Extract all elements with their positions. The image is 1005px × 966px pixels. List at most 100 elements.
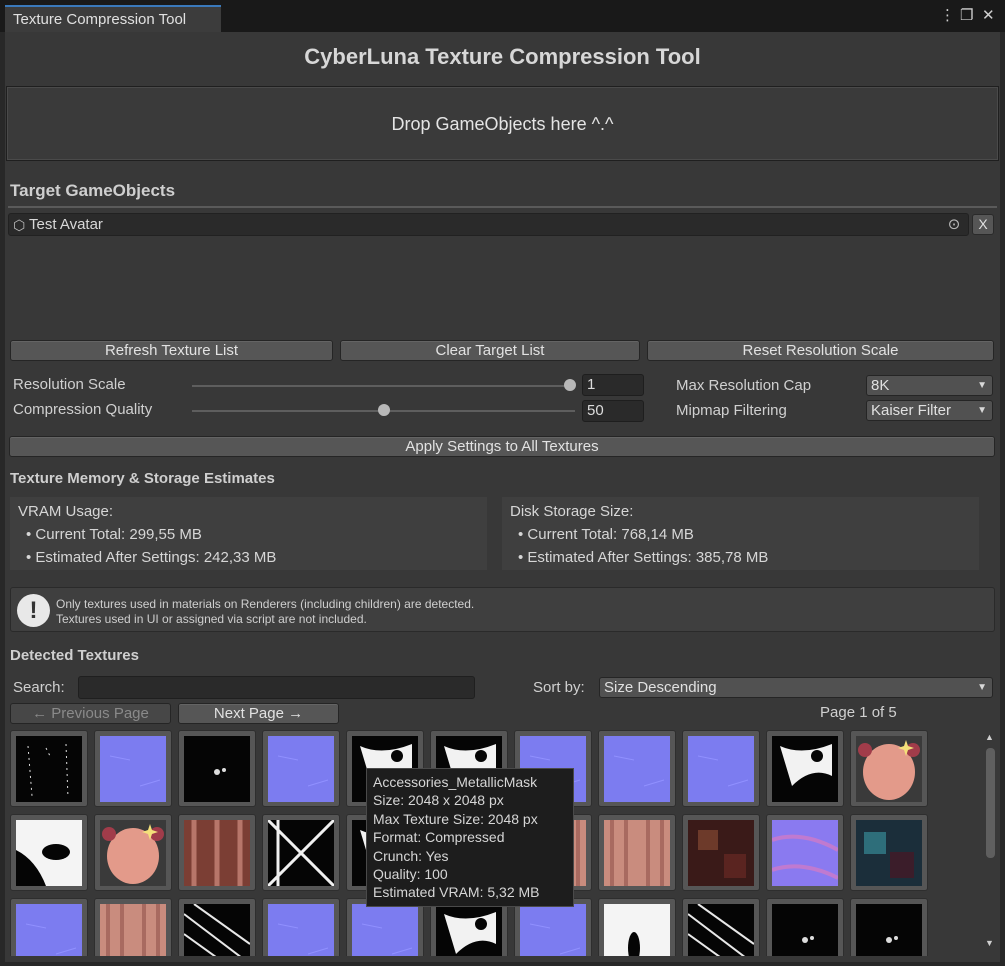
texture-preview-image (772, 904, 838, 956)
scrollbar-handle[interactable] (986, 748, 995, 858)
remove-gameobject-button[interactable]: X (972, 214, 994, 235)
texture-preview-image (772, 736, 838, 802)
help-line-1: Only textures used in materials on Rende… (56, 597, 475, 611)
page-title: CyberLuna Texture Compression Tool (304, 44, 701, 69)
sort-by-dropdown[interactable]: Size Descending ▼ (599, 677, 993, 698)
tooltip-format: Format: Compressed (373, 829, 505, 846)
texture-preview-image (100, 736, 166, 802)
texture-preview-image (16, 820, 82, 886)
reset-resolution-scale-button[interactable]: Reset Resolution Scale (647, 340, 994, 361)
texture-thumbnail[interactable] (10, 814, 88, 891)
texture-thumbnail[interactable] (94, 814, 172, 891)
next-page-button[interactable]: Next Page → (178, 703, 339, 724)
gameobject-field[interactable]: ⬡ Test Avatar ⊙ (8, 213, 969, 236)
texture-thumbnail[interactable] (766, 730, 844, 807)
texture-preview-image (604, 736, 670, 802)
chevron-down-icon: ▼ (977, 682, 987, 693)
texture-preview-image (688, 904, 754, 956)
texture-thumbnail[interactable] (850, 814, 928, 891)
texture-preview-image (604, 904, 670, 956)
help-box: ! Only textures used in materials on Ren… (10, 587, 995, 632)
texture-thumbnail[interactable] (850, 898, 928, 956)
apply-settings-button[interactable]: Apply Settings to All Textures (9, 436, 995, 457)
search-label: Search: (13, 679, 65, 696)
scroll-up-icon[interactable]: ▲ (985, 732, 994, 742)
scroll-down-icon[interactable]: ▼ (985, 938, 994, 948)
compression-quality-input[interactable]: 50 (582, 400, 644, 422)
texture-thumbnail[interactable] (598, 814, 676, 891)
texture-thumbnail[interactable] (262, 814, 340, 891)
max-resolution-cap-value: 8K (871, 377, 890, 394)
compression-quality-slider-thumb[interactable] (377, 404, 390, 416)
tooltip-quality: Quality: 100 (373, 866, 448, 883)
texture-preview-image (184, 736, 250, 802)
tooltip-crunch: Crunch: Yes (373, 847, 449, 864)
texture-tooltip: Accessories_MetallicMask Size: 2048 x 20… (366, 768, 574, 907)
texture-preview-image (268, 820, 334, 886)
texture-thumbnail[interactable] (850, 730, 928, 807)
texture-thumbnail[interactable] (94, 898, 172, 956)
texture-thumbnail[interactable] (262, 898, 340, 956)
resolution-scale-input[interactable]: 1 (582, 374, 644, 396)
texture-preview-image (436, 904, 502, 956)
disk-storage-box: Disk Storage Size: • Current Total: 768,… (502, 497, 979, 570)
refresh-texture-list-button[interactable]: Refresh Texture List (10, 340, 333, 361)
texture-preview-image (268, 736, 334, 802)
mipmap-filtering-dropdown[interactable]: Kaiser Filter ▼ (866, 400, 993, 421)
texture-preview-image (184, 904, 250, 956)
texture-thumbnail[interactable] (10, 898, 88, 956)
detected-textures-heading: Detected Textures (10, 647, 139, 664)
texture-preview-image (688, 736, 754, 802)
tooltip-size: Size: 2048 x 2048 px (373, 792, 504, 809)
resolution-scale-slider-thumb[interactable] (564, 379, 576, 391)
texture-thumbnail[interactable] (178, 730, 256, 807)
close-icon[interactable]: ✕ (982, 7, 995, 25)
texture-preview-image (16, 736, 82, 802)
max-resolution-cap-dropdown[interactable]: 8K ▼ (866, 375, 993, 396)
window-tab[interactable]: Texture Compression Tool (5, 5, 221, 32)
texture-preview-image (856, 736, 922, 802)
maximize-icon[interactable]: ❐ (960, 7, 973, 25)
resolution-scale-slider-track[interactable] (192, 385, 570, 387)
texture-preview-image (16, 904, 82, 956)
texture-thumbnail[interactable] (682, 898, 760, 956)
estimates-heading: Texture Memory & Storage Estimates (10, 470, 275, 487)
chevron-down-icon: ▼ (977, 405, 987, 416)
previous-page-button[interactable]: ← Previous Page (10, 703, 171, 724)
texture-thumbnail[interactable] (10, 730, 88, 807)
object-picker-icon[interactable]: ⊙ (944, 215, 964, 234)
texture-thumbnail[interactable] (766, 898, 844, 956)
tooltip-vram: Estimated VRAM: 5,32 MB (373, 884, 540, 901)
disk-estimated-after: • Estimated After Settings: 385,78 MB (518, 549, 769, 566)
texture-preview-image (184, 820, 250, 886)
texture-thumbnail[interactable] (178, 898, 256, 956)
resolution-scale-label: Resolution Scale (13, 376, 126, 393)
section-divider (8, 206, 997, 208)
texture-thumbnail[interactable] (766, 814, 844, 891)
drop-zone[interactable]: Drop GameObjects here ^.^ (6, 86, 999, 161)
chevron-down-icon: ▼ (977, 380, 987, 391)
more-options-icon[interactable]: ⋮ (940, 7, 955, 25)
texture-preview-image (100, 820, 166, 886)
texture-thumbnail[interactable] (598, 730, 676, 807)
texture-thumbnail[interactable] (178, 814, 256, 891)
vram-usage-box: VRAM Usage: • Current Total: 299,55 MB •… (10, 497, 487, 570)
search-input[interactable] (78, 676, 475, 699)
clear-target-list-button[interactable]: Clear Target List (340, 340, 640, 361)
texture-thumbnail[interactable] (94, 730, 172, 807)
tooltip-texture-name: Accessories_MetallicMask (373, 774, 538, 790)
gameobject-name: Test Avatar (29, 216, 103, 233)
texture-preview-image (856, 820, 922, 886)
texture-thumbnail[interactable] (682, 730, 760, 807)
page-indicator: Page 1 of 5 (820, 704, 897, 721)
max-resolution-cap-label: Max Resolution Cap (676, 377, 812, 394)
gameobject-cube-icon: ⬡ (13, 217, 26, 233)
texture-grid-scrollbar[interactable]: ▲ ▼ (983, 730, 997, 952)
texture-thumbnail[interactable] (262, 730, 340, 807)
warning-icon: ! (17, 594, 50, 627)
texture-thumbnail[interactable] (598, 898, 676, 956)
texture-thumbnail[interactable] (682, 814, 760, 891)
target-gameobjects-heading: Target GameObjects (10, 181, 176, 200)
sort-by-value: Size Descending (604, 679, 717, 696)
texture-preview-image (520, 904, 586, 956)
